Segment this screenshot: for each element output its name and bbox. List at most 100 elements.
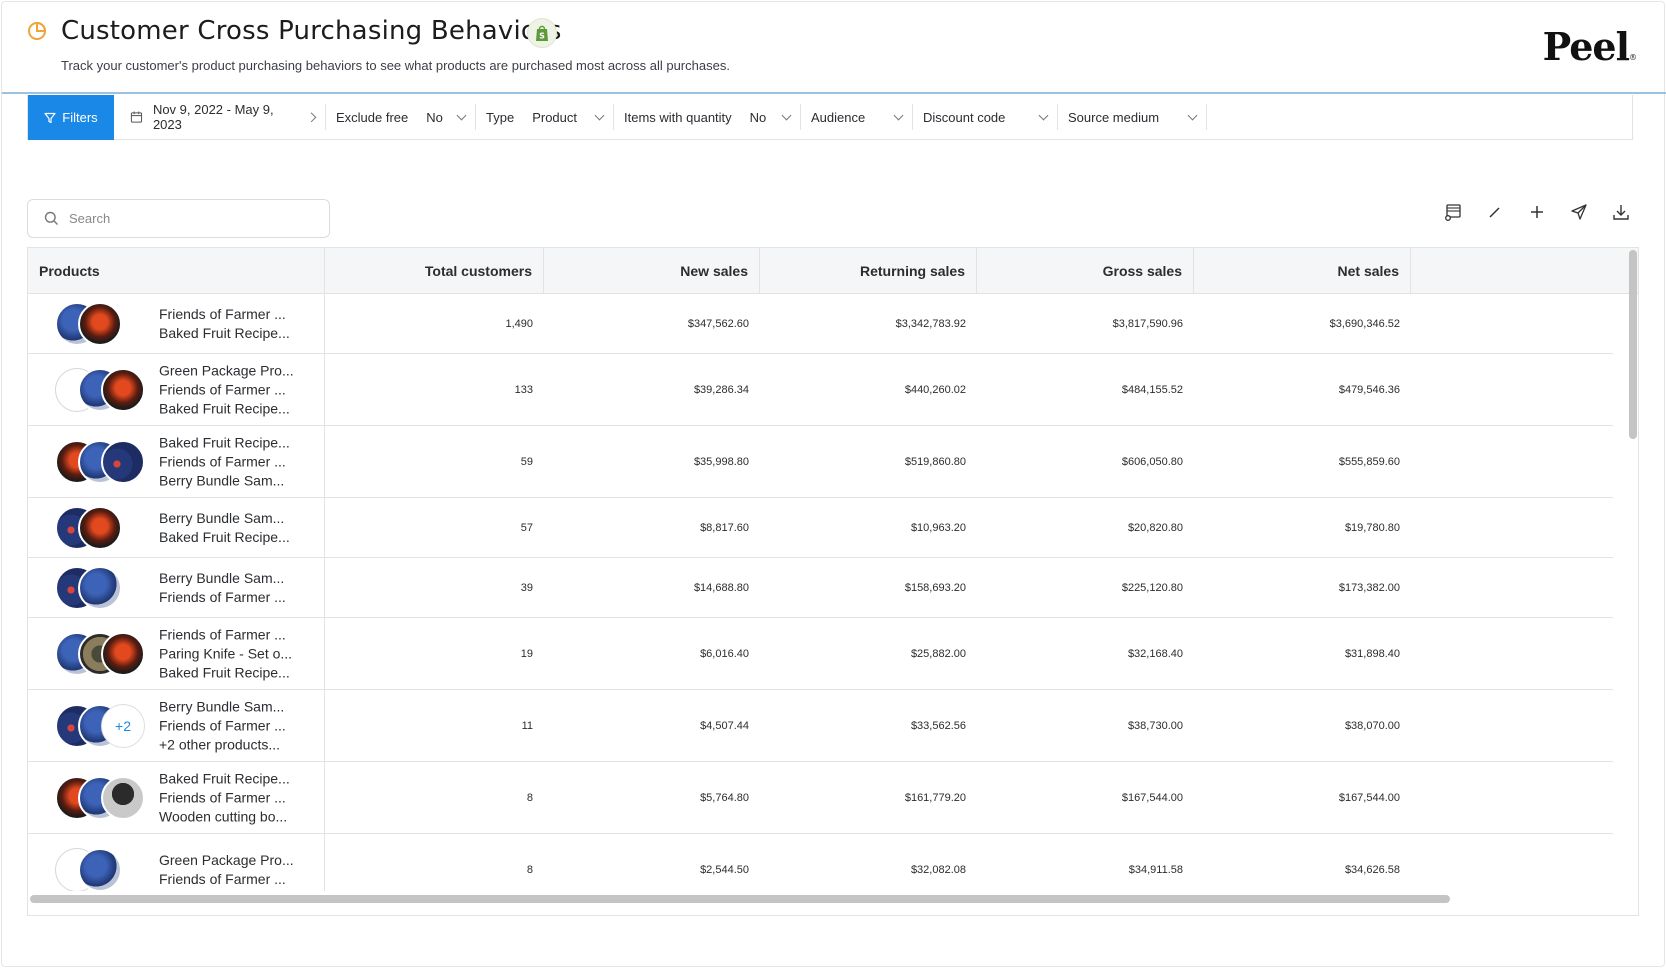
cell-new-sales: $6,016.40 — [700, 647, 749, 660]
cell-gross-sales: $38,730.00 — [1127, 719, 1183, 732]
cell-gross-sales: $225,120.80 — [1121, 581, 1183, 594]
product-thumbnail — [101, 775, 145, 820]
pie-chart-icon — [28, 21, 47, 40]
search-input[interactable] — [69, 211, 299, 226]
column-header-total-customers[interactable]: Total customers — [325, 248, 544, 294]
chevron-down-icon — [1187, 110, 1198, 120]
cell-returning-sales: $161,779.20 — [904, 791, 966, 804]
page-title: Customer Cross Purchasing Behaviors — [61, 16, 562, 46]
product-name: Baked Fruit Recipe... — [159, 664, 290, 680]
cell-products: Baked Fruit Recipe... Friends of Farmer .… — [28, 762, 325, 833]
send-icon[interactable] — [1569, 202, 1589, 222]
cell-new-sales: $2,544.50 — [700, 863, 749, 876]
cell-new-sales: $347,562.60 — [687, 317, 749, 330]
cell-net-sales: $3,690,346.52 — [1329, 317, 1400, 330]
product-thumbnail — [101, 631, 145, 676]
product-name: Berry Bundle Sam... — [159, 472, 285, 488]
items-with-quantity-dropdown[interactable]: Items with quantity No — [614, 104, 801, 130]
product-thumbnail — [78, 847, 122, 892]
page-subtitle: Track your customer's product purchasing… — [61, 58, 730, 73]
table-row[interactable]: +2 Berry Bundle Sam... Friends of Farmer .… — [28, 690, 1613, 762]
type-dropdown[interactable]: Type Product — [476, 104, 614, 130]
column-header-returning-sales[interactable]: Returning sales — [760, 248, 977, 294]
column-header-new-sales[interactable]: New sales — [544, 248, 760, 294]
product-names: Berry Bundle Sam... Baked Fruit Recipe... — [159, 509, 290, 547]
product-thumbnail — [78, 301, 122, 346]
cell-returning-sales: $519,860.80 — [904, 455, 966, 468]
cell-gross-sales: $167,544.00 — [1121, 791, 1183, 804]
cell-net-sales: $173,382.00 — [1338, 581, 1400, 594]
column-header-products[interactable]: Products — [28, 248, 325, 294]
plus-icon[interactable] — [1527, 202, 1547, 222]
vertical-scrollbar[interactable] — [1629, 250, 1637, 439]
source-medium-dropdown[interactable]: Source medium — [1058, 104, 1207, 130]
cell-net-sales: $19,780.80 — [1344, 521, 1400, 534]
items-with-quantity-label: Items with quantity — [624, 109, 732, 125]
column-header-net-sales[interactable]: Net sales — [1194, 248, 1411, 294]
more-products-badge: +2 — [101, 703, 145, 748]
source-medium-label: Source medium — [1068, 109, 1160, 125]
cell-returning-sales: $158,693.20 — [904, 581, 966, 594]
product-name: Baked Fruit Recipe... — [159, 528, 290, 545]
product-thumbnail — [101, 367, 145, 412]
discount-code-dropdown[interactable]: Discount code — [913, 104, 1058, 130]
cell-new-sales: $14,688.80 — [693, 581, 749, 594]
product-thumbnails — [55, 439, 165, 484]
cell-total-customers: 1,490 — [505, 317, 533, 330]
table-row[interactable]: Berry Bundle Sam... Baked Fruit Recipe...… — [28, 498, 1613, 558]
page: Customer Cross Purchasing Behaviors S Tr… — [1, 1, 1666, 967]
cell-products: Berry Bundle Sam... Friends of Farmer ... — [28, 558, 325, 617]
product-names: Berry Bundle Sam... Friends of Farmer ... — [159, 569, 286, 607]
cell-gross-sales: $20,820.80 — [1127, 521, 1183, 534]
product-names: Berry Bundle Sam... Friends of Farmer ...… — [159, 697, 286, 754]
exclude-free-dropdown[interactable]: Exclude free No — [326, 104, 476, 130]
product-names: Friends of Farmer ... Baked Fruit Recipe.… — [159, 305, 290, 343]
brand-name: Peel — [1542, 24, 1630, 69]
filter-icon — [44, 112, 56, 123]
product-name: Friends of Farmer ... — [159, 626, 286, 642]
cell-net-sales: $167,544.00 — [1338, 791, 1400, 804]
audience-dropdown[interactable]: Audience — [801, 104, 913, 130]
cell-new-sales: $39,286.34 — [693, 383, 749, 396]
table-row[interactable]: Baked Fruit Recipe... Friends of Farmer .… — [28, 762, 1613, 834]
edit-icon[interactable] — [1485, 202, 1505, 222]
table-row[interactable]: Baked Fruit Recipe... Friends of Farmer .… — [28, 426, 1613, 498]
filter-bar: Filters Nov 9, 2022 - May 9, 2023 Exclud… — [27, 95, 1633, 140]
page-header: Customer Cross Purchasing Behaviors S Tr… — [2, 2, 1666, 94]
table-row[interactable]: Friends of Farmer ... Paring Knife - Set … — [28, 618, 1613, 690]
discount-code-label: Discount code — [923, 109, 1006, 125]
cart-icon[interactable] — [1443, 202, 1463, 222]
type-value: Product — [532, 109, 577, 125]
product-thumbnail — [78, 505, 122, 550]
cell-gross-sales: $3,817,590.96 — [1112, 317, 1183, 330]
product-name: Baked Fruit Recipe... — [159, 434, 290, 450]
table-row[interactable]: Friends of Farmer ... Baked Fruit Recipe.… — [28, 294, 1613, 354]
cell-products: +2 Berry Bundle Sam... Friends of Farmer .… — [28, 690, 325, 761]
table-toolbar — [1443, 202, 1631, 222]
date-range-picker[interactable]: Nov 9, 2022 - May 9, 2023 — [114, 102, 326, 132]
horizontal-scrollbar[interactable] — [30, 895, 1450, 903]
filters-button[interactable]: Filters — [28, 95, 114, 140]
product-name: Paring Knife - Set o... — [159, 645, 293, 661]
chevron-down-icon — [1038, 110, 1049, 120]
search-box[interactable] — [27, 199, 330, 238]
calendar-icon — [130, 111, 143, 123]
cell-net-sales: $38,070.00 — [1344, 719, 1400, 732]
product-name: Friends of Farmer ... — [159, 789, 286, 805]
column-header-gross-sales[interactable]: Gross sales — [977, 248, 1194, 294]
cell-net-sales: $34,626.58 — [1344, 863, 1400, 876]
download-icon[interactable] — [1611, 202, 1631, 222]
type-label: Type — [486, 109, 515, 125]
table-row[interactable]: Berry Bundle Sam... Friends of Farmer ...… — [28, 558, 1613, 618]
product-name: Baked Fruit Recipe... — [159, 324, 290, 341]
cell-net-sales: $555,859.60 — [1338, 455, 1400, 468]
cell-gross-sales: $606,050.80 — [1121, 455, 1183, 468]
exclude-free-label: Exclude free — [336, 109, 409, 125]
cell-products: Berry Bundle Sam... Baked Fruit Recipe... — [28, 498, 325, 557]
table-row[interactable]: Green Package Pro... Friends of Farmer ..… — [28, 354, 1613, 426]
cell-gross-sales: $484,155.52 — [1121, 383, 1183, 396]
product-names: Baked Fruit Recipe... Friends of Farmer .… — [159, 433, 290, 490]
cell-gross-sales: $32,168.40 — [1127, 647, 1183, 660]
cell-total-customers: 133 — [514, 383, 533, 396]
product-names: Friends of Farmer ... Paring Knife - Set … — [159, 625, 292, 682]
